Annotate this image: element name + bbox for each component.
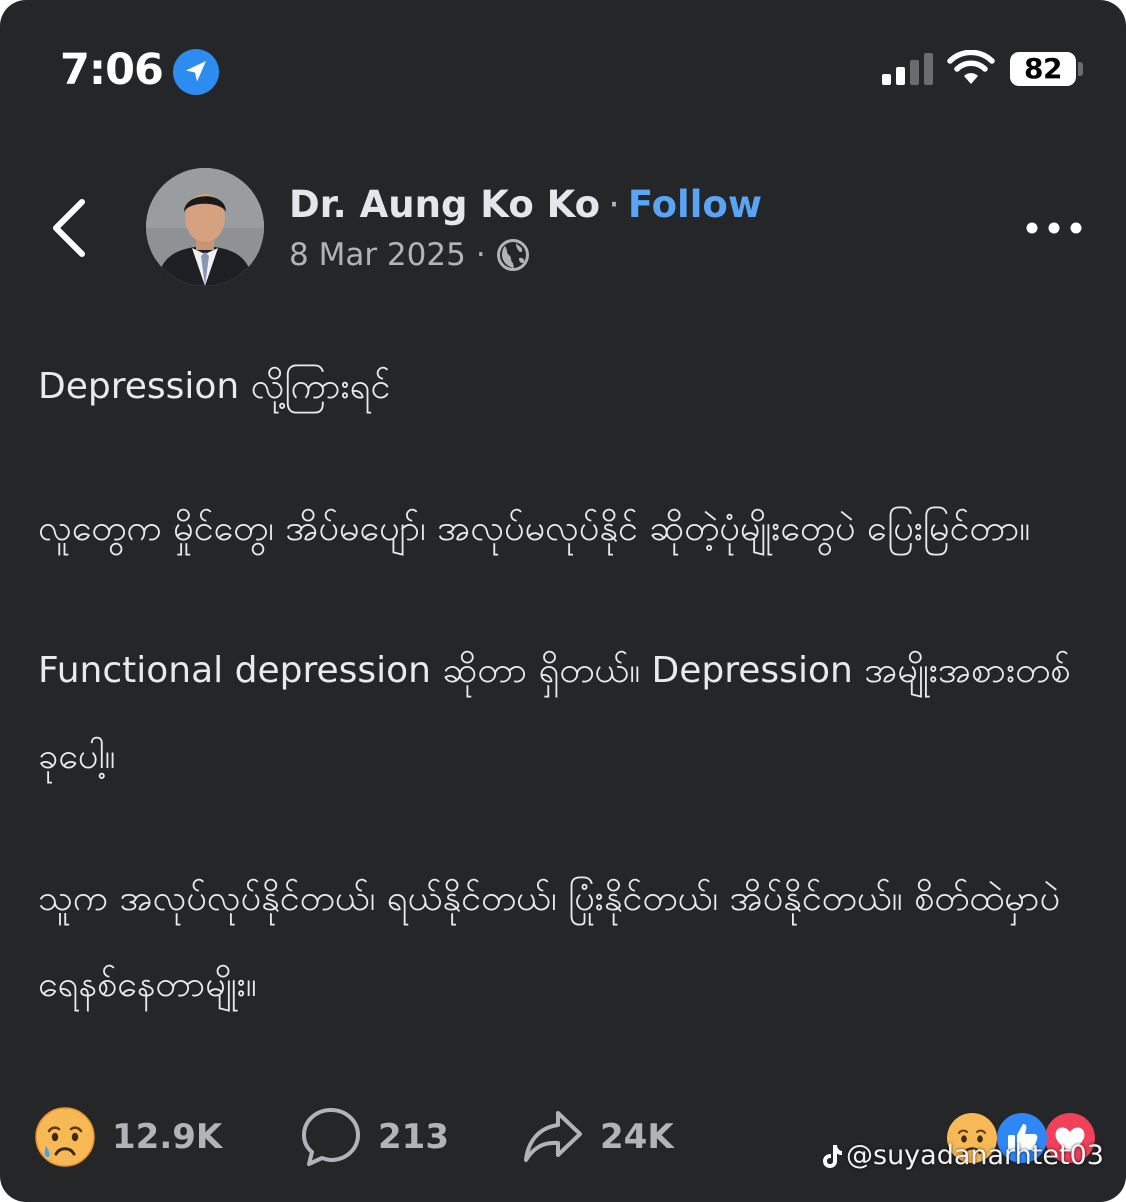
post-paragraph: Depression လို့ကြားရင် bbox=[38, 366, 391, 407]
wifi-icon bbox=[947, 50, 995, 84]
post-paragraph: သူက အလုပ်လုပ်နိုင်တယ်၊ ရယ်နိုင်တယ်၊ ပြုံ… bbox=[38, 878, 1061, 1005]
author-line: Dr. Aung Ko Ko · Follow bbox=[289, 180, 762, 230]
comments-count: 213 bbox=[378, 1117, 449, 1157]
profile-photo bbox=[146, 168, 264, 286]
shares-count: 24K bbox=[600, 1117, 674, 1157]
watermark-handle: @suyadanarhtet03 bbox=[846, 1140, 1104, 1171]
battery-tip bbox=[1078, 62, 1083, 76]
avatar[interactable] bbox=[146, 168, 264, 286]
dot-separator: · bbox=[608, 183, 620, 226]
post-date[interactable]: 8 Mar 2025 bbox=[289, 232, 466, 278]
reactions-summary[interactable]: 12.9K bbox=[34, 1106, 222, 1168]
follow-button[interactable]: Follow bbox=[628, 183, 762, 226]
post-paragraph: Functional depression ဆိုတာ ရှိတယ်။ Depr… bbox=[38, 650, 1071, 777]
more-horizontal-icon[interactable] bbox=[1022, 214, 1086, 242]
location-arrow-icon bbox=[173, 49, 219, 95]
chevron-left-icon[interactable] bbox=[44, 196, 94, 260]
post-paragraph: လူတွေက မှိုင်တွေ၊ အိပ်မပျော်၊ အလုပ်မလုပ်… bbox=[38, 508, 1031, 549]
comments-button[interactable]: 213 bbox=[300, 1106, 449, 1168]
cellular-signal-icon bbox=[882, 53, 933, 85]
tiktok-watermark: @suyadanarhtet03 bbox=[820, 1140, 1104, 1171]
share-arrow-icon bbox=[524, 1111, 582, 1162]
battery-indicator: 82 bbox=[1010, 52, 1076, 86]
tiktok-icon bbox=[823, 1144, 842, 1168]
status-time: 7:06 bbox=[60, 45, 164, 95]
author-name[interactable]: Dr. Aung Ko Ko bbox=[289, 183, 600, 226]
comment-bubble-icon bbox=[302, 1108, 360, 1166]
sad-reaction-icon bbox=[35, 1107, 95, 1167]
post-screen: 7:06 82 Dr. Aung Ko Ko · Follow 8 Mar 20… bbox=[0, 0, 1126, 1202]
share-button[interactable]: 24K bbox=[522, 1106, 674, 1168]
meta-separator: · bbox=[475, 237, 486, 273]
reactions-count: 12.9K bbox=[112, 1117, 223, 1157]
globe-icon bbox=[496, 239, 529, 271]
post-text: Depression လို့ကြားရင် လူတွေက မှိုင်တွေ၊… bbox=[38, 344, 1090, 1028]
post-meta: 8 Mar 2025 · bbox=[289, 232, 530, 278]
